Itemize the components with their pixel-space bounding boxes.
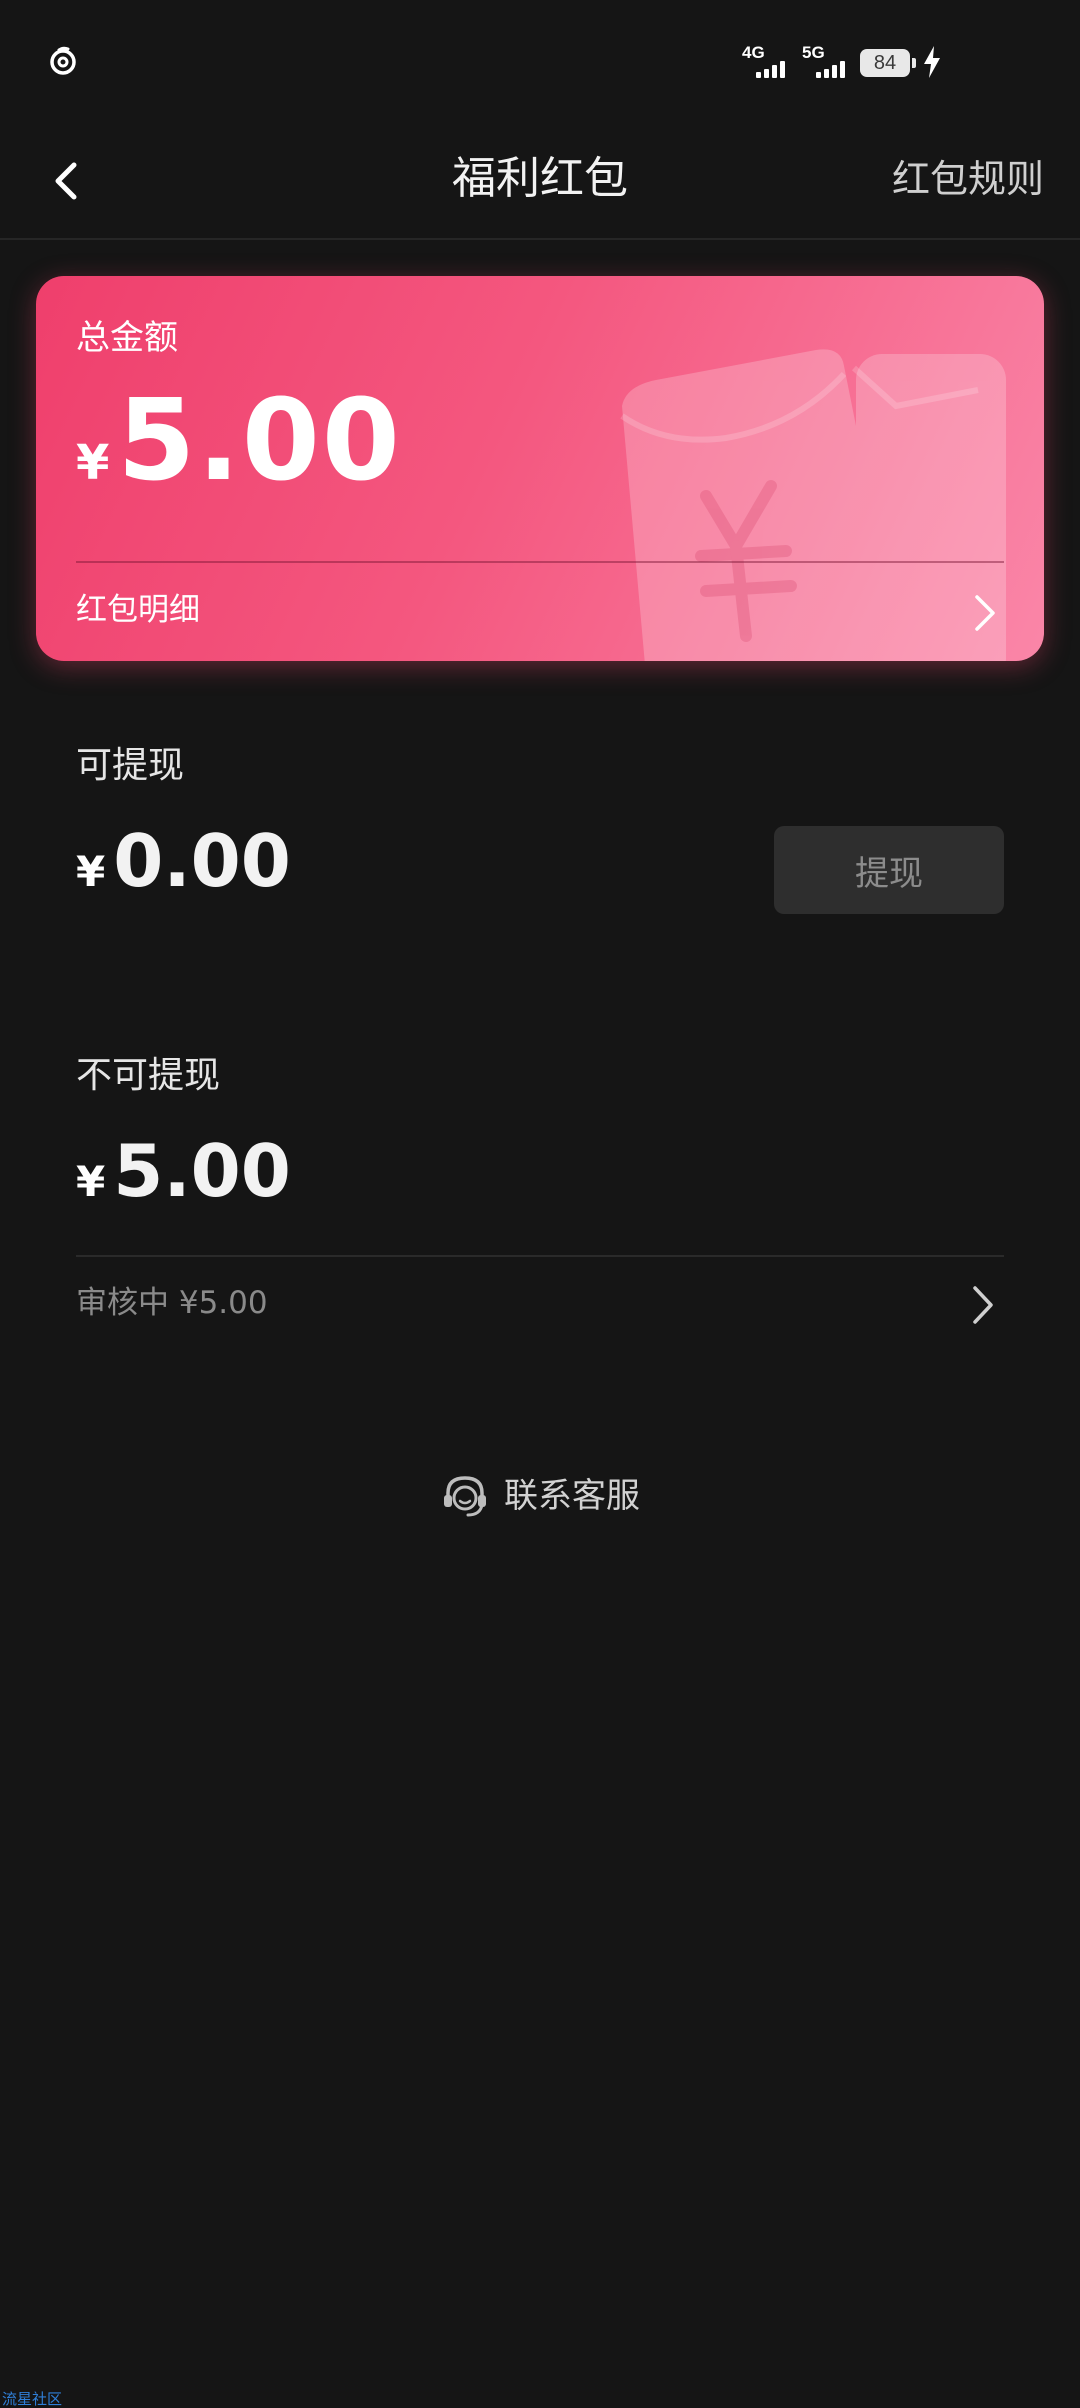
contact-service-button[interactable]: 联系客服 [0,1468,1080,1524]
total-amount-number: 5.00 [117,376,402,506]
currency-symbol: ¥ [76,847,106,896]
total-amount-value: ¥ 5.00 [76,376,402,506]
withdrawable-amount: ¥ 0.00 [76,816,291,906]
currency-symbol: ¥ [76,435,110,491]
non-withdrawable-section: 不可提现 ¥ 5.00 审核中 ¥5.00 [36,1020,1044,1370]
total-amount-label: 总金额 [76,318,178,358]
under-review-text: 审核中 ¥5.00 [76,1285,268,1321]
under-review-row[interactable]: 审核中 ¥5.00 [76,1265,1004,1345]
card-divider [76,561,1004,563]
battery-indicator: 84 [860,49,916,77]
withdraw-button[interactable]: 提现 [774,826,1004,914]
contact-service-label: 联系客服 [504,1476,640,1516]
watermark-text: 流星社区 [2,2390,63,2408]
signal-4g: 4G [742,44,794,78]
non-withdrawable-amount: ¥ 5.00 [76,1126,291,1216]
withdrawable-label: 可提现 [76,745,185,786]
signal-bars-icon [756,60,785,78]
chevron-right-icon [975,595,995,631]
total-amount-card: 总金额 ¥ 5.00 红包明细 [36,276,1044,661]
nav-bar: 福利红包 红包规则 [0,125,1080,240]
bolt-icon [924,46,940,78]
headset-icon [444,1476,486,1517]
non-withdrawable-label: 不可提现 [76,1055,221,1096]
envelope-detail-label: 红包明细 [76,592,200,628]
section-divider [76,1255,1004,1257]
currency-symbol: ¥ [76,1157,106,1206]
signal-bars-icon [816,60,845,78]
status-bar: 4G 5G 84 [0,0,1080,125]
withdrawable-amount-number: 0.00 [113,819,291,903]
non-withdrawable-amount-number: 5.00 [113,1129,291,1213]
chevron-right-icon [973,1286,993,1324]
envelope-detail-row[interactable]: 红包明细 [76,576,1004,646]
withdrawable-section: 可提现 ¥ 0.00 提现 [36,706,1044,971]
app-logo-icon [50,46,76,75]
rules-link[interactable]: 红包规则 [892,149,1044,209]
signal-5g: 5G [802,44,854,78]
